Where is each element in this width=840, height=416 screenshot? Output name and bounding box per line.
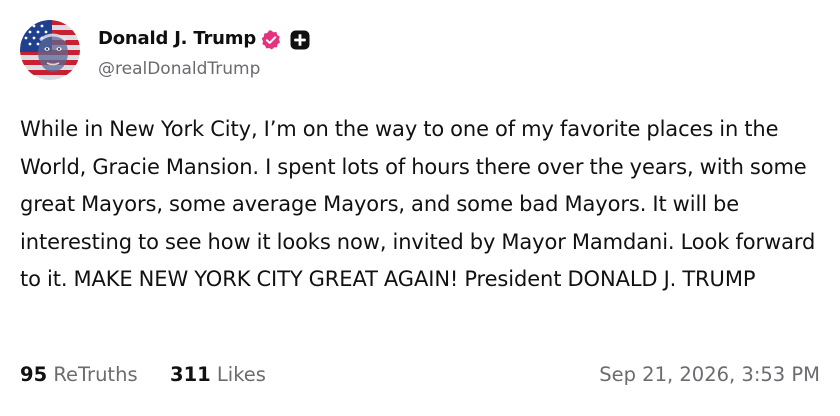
author-display-name[interactable]: Donald J. Trump xyxy=(98,28,256,49)
post-text: While in New York City, I’m on the way t… xyxy=(20,117,816,291)
retruths-count: 95 xyxy=(20,363,48,386)
author-handle[interactable]: @realDonaldTrump xyxy=(98,59,260,79)
retruths-label: ReTruths xyxy=(53,363,138,386)
likes-count: 311 xyxy=(170,363,211,386)
likes-stat[interactable]: 311 Likes xyxy=(170,363,266,386)
post-footer: 95 ReTruths 311 Likes Sep 21, 2026, 3:53… xyxy=(20,363,820,391)
verified-badge-icon xyxy=(261,30,281,50)
likes-label: Likes xyxy=(216,363,266,386)
truth-post: Donald J. Trump @realDonaldTrump While i… xyxy=(0,0,840,416)
flag-face-avatar-icon xyxy=(20,20,80,80)
retruths-stat[interactable]: 95 ReTruths xyxy=(20,363,138,386)
plus-badge-icon xyxy=(290,30,310,50)
avatar[interactable] xyxy=(20,20,80,80)
post-timestamp[interactable]: Sep 21, 2026, 3:53 PM xyxy=(599,363,820,386)
